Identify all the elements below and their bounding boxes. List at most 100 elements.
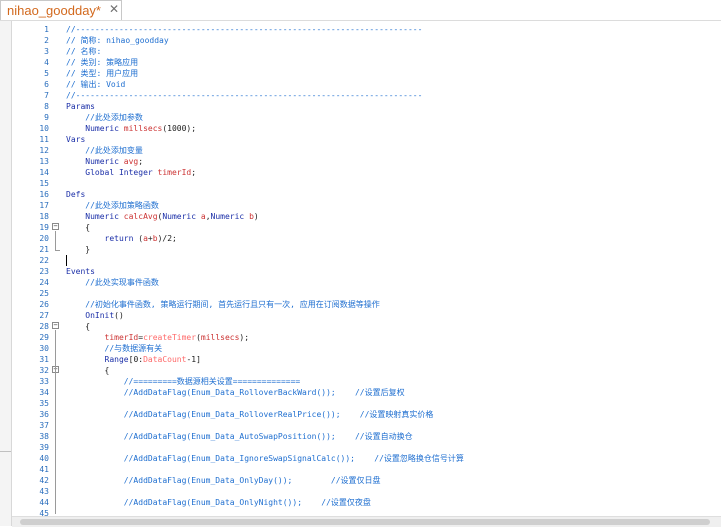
code-line[interactable]: 42 //AddDataFlag(Enum_Data_OnlyDay()); /… [12, 475, 721, 486]
code-text: // 输出: Void [66, 79, 125, 90]
fold-toggle[interactable]: − [52, 322, 59, 329]
code-line[interactable]: 28− { [12, 321, 721, 332]
code-text: } [66, 244, 90, 255]
code-token: //--------------------------------------… [66, 91, 423, 100]
code-line[interactable]: 4 // 类别: 策略应用 [12, 57, 721, 68]
code-line[interactable]: 18 Numeric calcAvg(Numeric a,Numeric b) [12, 211, 721, 222]
line-number: 8 [44, 102, 49, 111]
code-line[interactable]: 10 Numeric millsecs(1000); [12, 123, 721, 134]
code-text: //AddDataFlag(Enum_Data_OnlyNight()); //… [66, 497, 371, 508]
code-line[interactable]: 21 } [12, 244, 721, 255]
code-text: Numeric avg; [66, 156, 143, 167]
line-number: 25 [39, 289, 49, 298]
code-line[interactable]: 45 [12, 508, 721, 516]
tab-nihao-goodday[interactable]: nihao_goodday* ✕ [0, 0, 122, 20]
side-panel-divider [0, 451, 11, 452]
line-number: 40 [39, 454, 49, 463]
code-editor[interactable]: 1 //-------------------------------------… [12, 21, 721, 516]
code-line[interactable]: 31 Range[0:DataCount-1] [12, 354, 721, 365]
code-line[interactable]: 27 OnInit() [12, 310, 721, 321]
code-line[interactable]: 24 //此处实现事件函数 [12, 277, 721, 288]
code-line[interactable]: 30 //与数据源有关 [12, 343, 721, 354]
code-line[interactable]: 1 //-------------------------------------… [12, 24, 721, 35]
code-token: //AddDataFlag(Enum_Data_OnlyDay()); //设置… [66, 476, 381, 485]
code-token: Events [66, 267, 95, 276]
code-line[interactable]: 20 return (a+b)/2; [12, 233, 721, 244]
code-line[interactable]: 15 [12, 178, 721, 189]
code-line[interactable]: 26 //初始化事件函数, 策略运行期间, 首先运行且只有一次, 应用在订阅数据… [12, 299, 721, 310]
code-line[interactable]: 38 //AddDataFlag(Enum_Data_AutoSwapPosit… [12, 431, 721, 442]
code-line[interactable]: 7 //-------------------------------------… [12, 90, 721, 101]
line-number: 29 [39, 333, 49, 342]
code-token: ; [191, 168, 197, 177]
code-line[interactable]: 22 [12, 255, 721, 266]
code-line[interactable]: 40 //AddDataFlag(Enum_Data_IgnoreSwapSig… [12, 453, 721, 464]
code-line[interactable]: 43 [12, 486, 721, 497]
code-text: { [66, 321, 90, 332]
code-line[interactable]: 32− { [12, 365, 721, 376]
code-line[interactable]: 5 // 类型: 用户应用 [12, 68, 721, 79]
code-line[interactable]: 25 [12, 288, 721, 299]
code-text: //此处添加参数 [66, 112, 143, 123]
line-number: 2 [44, 36, 49, 45]
code-token: calcAvg [123, 212, 158, 221]
line-number: 18 [39, 212, 49, 221]
code-line[interactable]: 11 Vars [12, 134, 721, 145]
code-text: { [66, 222, 90, 233]
code-text: // 类别: 策略应用 [66, 57, 138, 68]
line-number: 44 [39, 498, 49, 507]
code-text: // 名称: [66, 46, 101, 57]
code-token: { [66, 366, 110, 375]
code-line[interactable]: 14 Global Integer timerId; [12, 167, 721, 178]
line-number: 10 [39, 124, 49, 133]
fold-guide-end [55, 250, 60, 251]
code-text: // 类型: 用户应用 [66, 68, 138, 79]
code-line[interactable]: 6 // 输出: Void [12, 79, 721, 90]
line-number: 38 [39, 432, 49, 441]
line-number: 19 [39, 223, 49, 232]
code-token: //--------------------------------------… [66, 25, 423, 34]
horizontal-scrollbar[interactable] [12, 516, 721, 527]
code-text: Numeric millsecs(1000); [66, 123, 196, 134]
code-line[interactable]: 12 //此处添加变量 [12, 145, 721, 156]
code-line[interactable]: 35 [12, 398, 721, 409]
code-line[interactable]: 2 // 简称: nihao_goodday [12, 35, 721, 46]
code-token: return [66, 234, 139, 243]
code-line[interactable]: 17 //此处添加策略函数 [12, 200, 721, 211]
code-token: Numeric [162, 212, 201, 221]
scrollbar-thumb[interactable] [20, 519, 710, 525]
code-line[interactable]: 29 timerId=createTimer(millsecs); [12, 332, 721, 343]
code-token: //初始化事件函数, 策略运行期间, 首先运行且只有一次, 应用在订阅数据等操作 [66, 300, 380, 309]
line-number: 35 [39, 399, 49, 408]
code-token: () [114, 311, 124, 320]
code-line[interactable]: 8 Params [12, 101, 721, 112]
line-number: 39 [39, 443, 49, 452]
code-line[interactable]: 36 //AddDataFlag(Enum_Data_RolloverRealP… [12, 409, 721, 420]
code-token: Numeric [66, 124, 124, 133]
code-line[interactable]: 33 //=========数据源相关设置============== [12, 376, 721, 387]
code-line[interactable]: 19− { [12, 222, 721, 233]
code-token: ); [239, 333, 250, 342]
text-caret [66, 255, 67, 266]
code-token: //此处添加变量 [66, 146, 143, 155]
code-line[interactable]: 16 Defs [12, 189, 721, 200]
code-line[interactable]: 9 //此处添加参数 [12, 112, 721, 123]
code-line[interactable]: 34 //AddDataFlag(Enum_Data_RolloverBackW… [12, 387, 721, 398]
code-text: //初始化事件函数, 策略运行期间, 首先运行且只有一次, 应用在订阅数据等操作 [66, 299, 380, 310]
code-token: )/2; [157, 234, 177, 243]
code-line[interactable]: 3 // 名称: [12, 46, 721, 57]
code-line[interactable]: 44 //AddDataFlag(Enum_Data_OnlyNight());… [12, 497, 721, 508]
code-token: //AddDataFlag(Enum_Data_RolloverBackWard… [66, 388, 405, 397]
code-text: Defs [66, 189, 85, 200]
code-token: //AddDataFlag(Enum_Data_IgnoreSwapSignal… [66, 454, 464, 463]
code-line[interactable]: 13 Numeric avg; [12, 156, 721, 167]
code-line[interactable]: 37 [12, 420, 721, 431]
close-icon[interactable]: ✕ [109, 2, 119, 16]
code-token: //与数据源有关 [66, 344, 163, 353]
fold-toggle[interactable]: − [52, 223, 59, 230]
code-line[interactable]: 39 [12, 442, 721, 453]
code-token: avg [123, 157, 139, 166]
code-text: //--------------------------------------… [66, 90, 422, 101]
code-line[interactable]: 41 [12, 464, 721, 475]
code-line[interactable]: 23 Events [12, 266, 721, 277]
